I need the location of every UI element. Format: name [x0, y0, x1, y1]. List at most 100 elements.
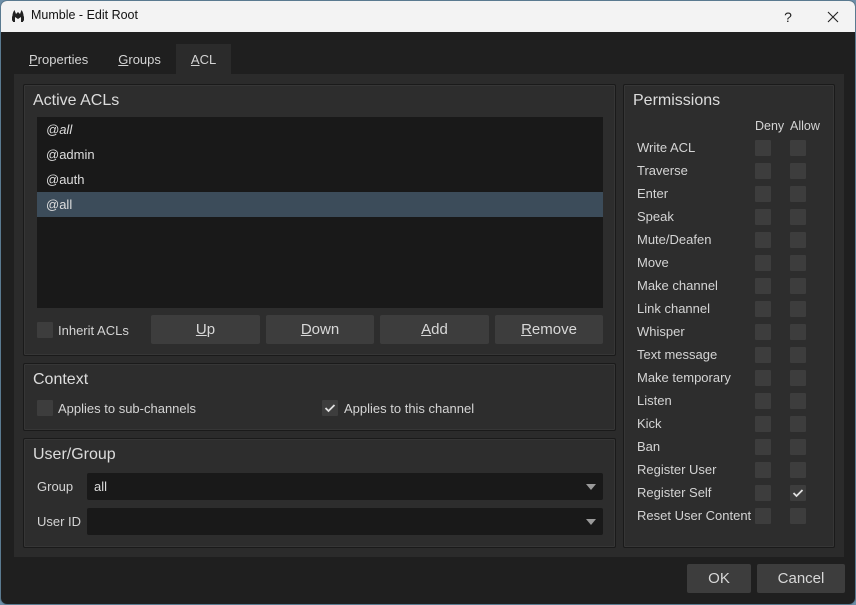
allow-ban-checkbox[interactable]: [790, 439, 806, 455]
deny-traverse-checkbox[interactable]: [755, 163, 771, 179]
permission-label: Register User: [637, 462, 717, 477]
help-button[interactable]: ?: [765, 1, 811, 32]
tab-acl[interactable]: A CL: [175, 44, 232, 74]
allow-speak-checkbox[interactable]: [790, 209, 806, 225]
deny-write-acl-checkbox[interactable]: [755, 140, 771, 156]
acl-list-item[interactable]: @admin: [37, 142, 603, 167]
checkmark-icon: [792, 489, 804, 498]
deny-kick-checkbox[interactable]: [755, 416, 771, 432]
tab-properties[interactable]: Properties: [14, 44, 103, 74]
allow-traverse-checkbox[interactable]: [790, 163, 806, 179]
context-group: Context Applies to sub-channels Applies …: [23, 363, 616, 431]
ok-button[interactable]: OK: [687, 564, 751, 593]
context-title: Context: [33, 371, 89, 388]
acl-list-item[interactable]: @all: [37, 117, 603, 142]
applies-this-channel-checkbox[interactable]: [322, 400, 338, 416]
permission-label: Link channel: [637, 301, 710, 316]
allow-write-acl-checkbox[interactable]: [790, 140, 806, 156]
cancel-button[interactable]: Cancel: [757, 564, 845, 593]
allow-reset-user-content-checkbox[interactable]: [790, 508, 806, 524]
tab-mnemonic: G: [118, 51, 129, 67]
deny-whisper-checkbox[interactable]: [755, 324, 771, 340]
permission-label: Speak: [637, 209, 674, 224]
active-acls-title: Active ACLs: [33, 92, 120, 109]
permission-label: Enter: [637, 186, 669, 201]
applies-sub-channels-checkbox[interactable]: [37, 400, 53, 416]
deny-register-user-checkbox[interactable]: [755, 462, 771, 478]
tab-label: CL: [199, 51, 217, 67]
group-combobox[interactable]: all: [87, 473, 603, 500]
permission-label: Register Self: [637, 485, 712, 500]
tab-bar: Properties Groups A CL: [14, 44, 232, 74]
add-button[interactable]: Add: [380, 315, 489, 344]
remove-button[interactable]: Remove: [495, 315, 603, 344]
permission-row: Traverse: [624, 160, 834, 183]
button-mnemonic: R: [521, 321, 532, 338]
chevron-down-icon: [586, 484, 596, 490]
user-id-label: User ID: [37, 514, 82, 529]
deny-make-channel-checkbox[interactable]: [755, 278, 771, 294]
permission-row: Move: [624, 252, 834, 275]
allow-text-message-checkbox[interactable]: [790, 347, 806, 363]
permission-label: Mute/Deafen: [637, 232, 712, 247]
deny-ban-checkbox[interactable]: [755, 439, 771, 455]
permission-row: Make channel: [624, 275, 834, 298]
allow-kick-checkbox[interactable]: [790, 416, 806, 432]
allow-whisper-checkbox[interactable]: [790, 324, 806, 340]
edit-channel-dialog: Mumble - Edit Root ? Properties Groups A…: [0, 0, 856, 605]
allow-register-self-checkbox[interactable]: [790, 485, 806, 501]
tab-mnemonic: P: [29, 51, 38, 67]
permission-row: Write ACL: [624, 137, 834, 160]
user-group-group: User/Group Group all User ID: [23, 438, 616, 548]
acl-list[interactable]: @all @admin @auth @all: [37, 117, 603, 308]
allow-make-channel-checkbox[interactable]: [790, 278, 806, 294]
tab-groups[interactable]: Groups: [103, 44, 176, 74]
close-button[interactable]: [810, 1, 855, 32]
permission-label: Write ACL: [637, 140, 696, 155]
deny-link-channel-checkbox[interactable]: [755, 301, 771, 317]
permission-label: Reset User Content: [637, 508, 752, 523]
button-mnemonic: U: [195, 321, 207, 338]
allow-move-checkbox[interactable]: [790, 255, 806, 271]
close-icon: [827, 11, 839, 22]
permission-row: Whisper: [624, 321, 834, 344]
button-label: dd: [431, 321, 448, 338]
permission-row: Link channel: [624, 298, 834, 321]
allow-link-channel-checkbox[interactable]: [790, 301, 806, 317]
permission-row: Text message: [624, 344, 834, 367]
mumble-logo-icon: [12, 10, 24, 22]
acl-list-item[interactable]: @auth: [37, 167, 603, 192]
allow-register-user-checkbox[interactable]: [790, 462, 806, 478]
checkmark-icon: [324, 404, 336, 413]
tab-mnemonic: A: [190, 51, 200, 67]
deny-speak-checkbox[interactable]: [755, 209, 771, 225]
allow-column-header: Allow: [790, 119, 820, 133]
permission-row: Register User: [624, 459, 834, 482]
up-button[interactable]: Up: [151, 315, 260, 344]
allow-listen-checkbox[interactable]: [790, 393, 806, 409]
active-acls-group: Active ACLs @all @admin @auth @all Inher…: [23, 84, 616, 356]
allow-enter-checkbox[interactable]: [790, 186, 806, 202]
deny-column-header: Deny: [755, 119, 785, 133]
chevron-down-icon: [586, 519, 596, 525]
permission-row: Kick: [624, 413, 834, 436]
deny-enter-checkbox[interactable]: [755, 186, 771, 202]
deny-listen-checkbox[interactable]: [755, 393, 771, 409]
tab-label: roups: [128, 51, 161, 67]
user-group-title: User/Group: [33, 446, 116, 463]
deny-text-message-checkbox[interactable]: [755, 347, 771, 363]
permission-row: Register Self: [624, 482, 834, 505]
inherit-acls-checkbox[interactable]: [37, 322, 53, 338]
tab-label: roperties: [37, 51, 89, 67]
acl-list-item-selected[interactable]: @all: [37, 192, 603, 217]
deny-make-temporary-checkbox[interactable]: [755, 370, 771, 386]
allow-make-temporary-checkbox[interactable]: [790, 370, 806, 386]
group-label: Group: [37, 479, 74, 494]
user-id-combobox[interactable]: [87, 508, 603, 535]
allow-mute-deafen-checkbox[interactable]: [790, 232, 806, 248]
deny-mute-deafen-checkbox[interactable]: [755, 232, 771, 248]
deny-register-self-checkbox[interactable]: [755, 485, 771, 501]
down-button[interactable]: Down: [266, 315, 374, 344]
deny-reset-user-content-checkbox[interactable]: [755, 508, 771, 524]
deny-move-checkbox[interactable]: [755, 255, 771, 271]
